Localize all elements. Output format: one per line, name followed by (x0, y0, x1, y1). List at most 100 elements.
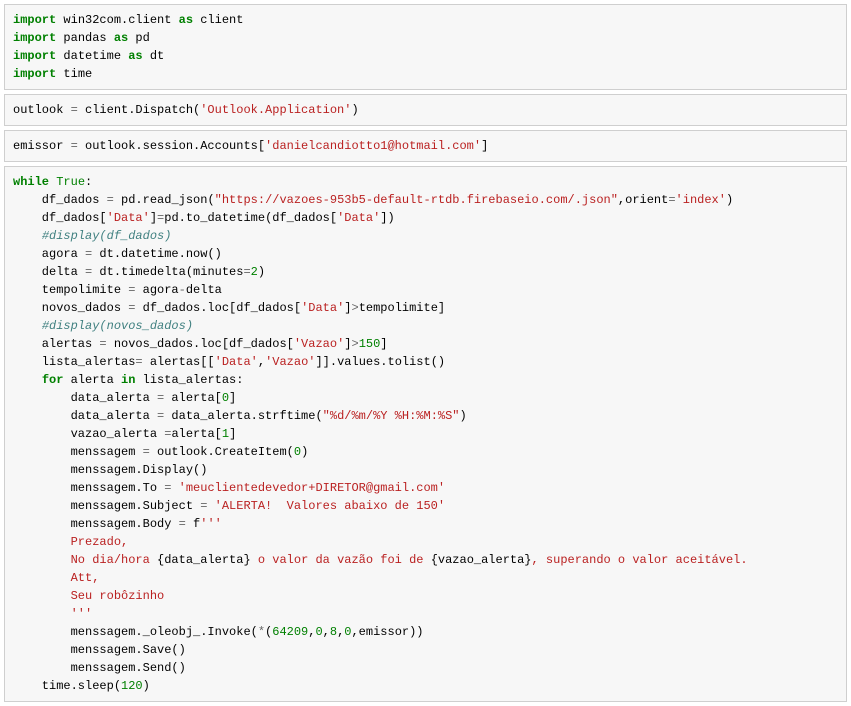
code-token: 'Outlook.Application' (200, 103, 351, 117)
code-token: 150 (359, 337, 381, 351)
code-token: No dia/hora (13, 553, 157, 567)
code-token: pandas (56, 31, 114, 45)
code-cell[interactable]: while True: df_dados = pd.read_json("htt… (4, 166, 847, 702)
code-token: while (13, 175, 49, 189)
code-token: , (308, 625, 315, 639)
code-token: datetime (56, 49, 128, 63)
code-token: * (258, 625, 265, 639)
code-token: ) (143, 679, 150, 693)
code-token: 'Data' (215, 355, 258, 369)
code-token (171, 481, 178, 495)
code-token: , (258, 355, 265, 369)
code-token: df_dados (13, 193, 107, 207)
code-token: 0 (222, 391, 229, 405)
code-token: import (13, 31, 56, 45)
code-token: 0 (315, 625, 322, 639)
code-token: as (179, 13, 193, 27)
code-token: df_dados[ (13, 211, 107, 225)
code-token: lista_alertas: (135, 373, 243, 387)
code-token: "https://vazoes-953b5-default-rtdb.fireb… (215, 193, 618, 207)
code-token: for (42, 373, 64, 387)
code-token: ) (460, 409, 467, 423)
code-token: pd.to_datetime(df_dados[ (164, 211, 337, 225)
code-token: menssagem.Subject (13, 499, 200, 513)
code-token: menssagem.Send() (13, 661, 186, 675)
code-token: agora (13, 247, 85, 261)
code-token: menssagem.To (13, 481, 164, 495)
code-cell[interactable]: import win32com.client as client import … (4, 4, 847, 90)
code-token: time (56, 67, 92, 81)
code-token: import (13, 67, 56, 81)
code-token: o valor da vazão foi de (251, 553, 431, 567)
code-token: pd.read_json( (114, 193, 215, 207)
code-token: alertas[[ (143, 355, 215, 369)
code-token: ] (229, 391, 236, 405)
code-token: lista_alertas (13, 355, 135, 369)
code-token: delta (186, 283, 222, 297)
code-token: df_dados.loc[df_dados[ (135, 301, 301, 315)
code-token: 1 (222, 427, 229, 441)
code-token: client.Dispatch( (78, 103, 200, 117)
code-token: dt.datetime.now() (92, 247, 222, 261)
code-token: ] (481, 139, 488, 153)
code-content: while True: df_dados = pd.read_json("htt… (13, 173, 838, 695)
code-token: in (121, 373, 135, 387)
code-token: alerta[ (164, 391, 222, 405)
code-token: Prezado, (13, 535, 128, 549)
code-token: ) (351, 103, 358, 117)
code-token: data_alerta (13, 409, 157, 423)
code-token: emissor (13, 139, 71, 153)
code-token: novos_dados (13, 301, 128, 315)
code-token: = (135, 355, 142, 369)
code-token: : (85, 175, 92, 189)
code-token: #display(df_dados) (42, 229, 172, 243)
code-token: 'Data' (337, 211, 380, 225)
code-token: 120 (121, 679, 143, 693)
code-token (13, 229, 42, 243)
code-token: 'Vazao' (294, 337, 344, 351)
code-token: ) (301, 445, 308, 459)
code-token: ] (150, 211, 157, 225)
code-token: 'meuclientedevedor+DIRETOR@gmail.com' (179, 481, 445, 495)
code-token: data_alerta (13, 391, 157, 405)
code-token: tempolimite] (359, 301, 445, 315)
code-token: menssagem (13, 445, 143, 459)
code-token: Seu robôzinho (13, 589, 164, 603)
code-token: dt.timedelta(minutes (92, 265, 243, 279)
code-token: = (143, 445, 150, 459)
code-token: , (337, 625, 344, 639)
code-token: Att, (13, 571, 99, 585)
code-token: import (13, 49, 56, 63)
code-token: ''' (200, 517, 222, 531)
code-token: ] (229, 427, 236, 441)
code-token: outlook.CreateItem( (150, 445, 294, 459)
code-token: alertas (13, 337, 99, 351)
code-token: vazao_alerta (13, 427, 164, 441)
code-cell[interactable]: outlook = client.Dispatch('Outlook.Appli… (4, 94, 847, 126)
code-content: emissor = outlook.session.Accounts['dani… (13, 137, 838, 155)
code-token: 2 (251, 265, 258, 279)
code-token: f (186, 517, 200, 531)
code-token: win32com.client (56, 13, 178, 27)
code-token: ) (726, 193, 733, 207)
code-token: ] (380, 337, 387, 351)
code-content: import win32com.client as client import … (13, 11, 838, 83)
code-token: menssagem.Display() (13, 463, 207, 477)
code-token: ,emissor)) (351, 625, 423, 639)
code-token: agora (135, 283, 178, 297)
code-token: novos_dados.loc[df_dados[ (107, 337, 294, 351)
code-token: ,orient (618, 193, 668, 207)
code-token: , superando o valor aceitável. (532, 553, 748, 567)
code-token: as (114, 31, 128, 45)
code-token (13, 319, 42, 333)
code-token: import (13, 13, 56, 27)
code-token: 0 (344, 625, 351, 639)
code-token: as (128, 49, 142, 63)
code-token: delta (13, 265, 85, 279)
code-token: True (56, 175, 85, 189)
code-token: tempolimite (13, 283, 128, 297)
code-token: "%d/%m/%Y %H:%M:%S" (323, 409, 460, 423)
code-cell[interactable]: emissor = outlook.session.Accounts['dani… (4, 130, 847, 162)
code-token: 0 (294, 445, 301, 459)
code-token: = (668, 193, 675, 207)
